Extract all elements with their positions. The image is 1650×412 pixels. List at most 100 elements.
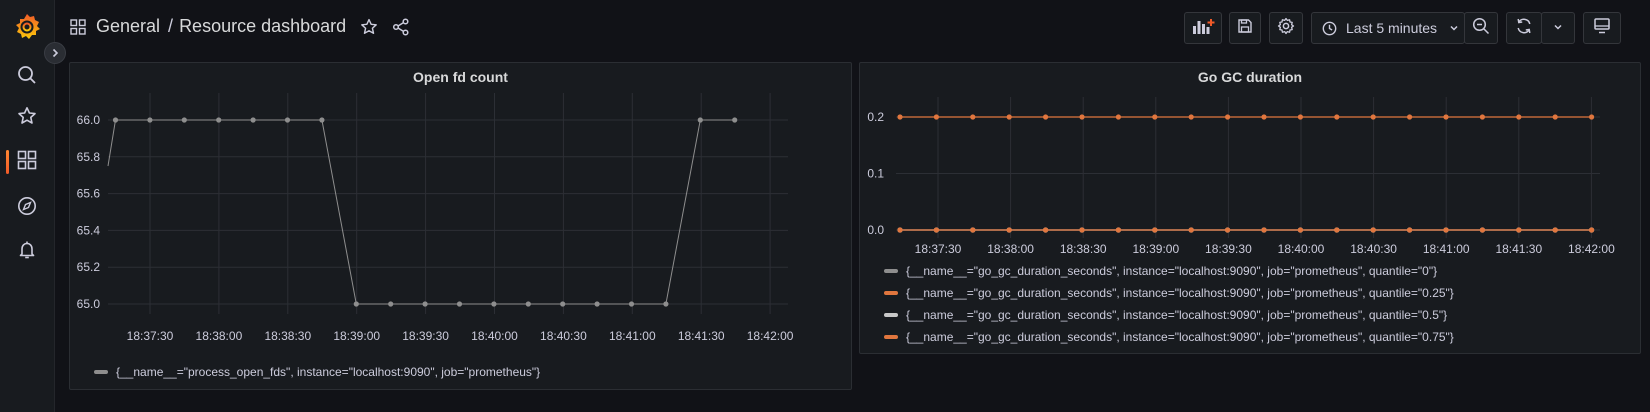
data-point — [147, 117, 153, 123]
legend-swatch — [884, 269, 898, 273]
data-point — [560, 301, 566, 307]
data-point — [1370, 114, 1376, 120]
data-point — [1006, 114, 1012, 120]
data-point — [250, 117, 256, 123]
page-title[interactable]: Resource dashboard — [179, 16, 346, 37]
monitor-icon — [1593, 17, 1611, 40]
data-point — [1516, 227, 1522, 233]
refresh-interval-dropdown[interactable] — [1541, 12, 1575, 44]
y-tick-label: 65.2 — [77, 260, 101, 274]
x-tick-label: 18:40:30 — [540, 329, 587, 343]
data-point — [1589, 114, 1595, 120]
add-panel-button[interactable] — [1184, 12, 1222, 44]
chevron-down-icon — [1449, 23, 1459, 33]
sidebar-item-explore[interactable] — [0, 188, 54, 228]
data-point — [1479, 114, 1485, 120]
zoom-out-icon — [1472, 17, 1490, 40]
chevron-down-icon — [1553, 19, 1563, 37]
data-point — [319, 117, 325, 123]
x-tick-label: 18:38:00 — [196, 329, 243, 343]
sidebar — [0, 0, 66, 412]
data-point — [112, 117, 119, 123]
data-point — [697, 117, 703, 123]
data-point — [1297, 114, 1303, 120]
data-point — [1261, 227, 1267, 233]
share-icon[interactable] — [392, 17, 410, 36]
refresh-button[interactable] — [1506, 12, 1542, 44]
legend-item[interactable]: {__name__="go_gc_duration_seconds", inst… — [884, 264, 1437, 278]
breadcrumb-folder[interactable]: General — [96, 16, 160, 37]
data-point — [1006, 227, 1012, 233]
sidebar-item-dashboards[interactable] — [0, 142, 54, 182]
legend-label: {__name__="go_gc_duration_seconds", inst… — [906, 330, 1454, 344]
sidebar-item-starred[interactable] — [0, 98, 54, 138]
data-point — [1188, 114, 1194, 120]
y-tick-label: 65.4 — [77, 223, 101, 237]
x-tick-label: 18:38:30 — [1060, 242, 1107, 256]
data-point — [1370, 227, 1376, 233]
star-icon — [17, 106, 37, 131]
open-fd-chart: 66.0 65.8 65.6 65.4 65.2 65.0 18:37:30 18:38:00… — [77, 93, 794, 343]
expand-sidebar-button[interactable] — [44, 42, 66, 64]
data-point — [181, 117, 187, 123]
data-point — [1297, 227, 1303, 233]
y-tick-label: 0.1 — [867, 167, 884, 181]
x-tick-label: 18:39:30 — [1205, 242, 1252, 256]
explore-compass-icon — [17, 196, 37, 221]
save-icon — [1237, 18, 1253, 39]
legend-item[interactable]: {__name__="go_gc_duration_seconds", inst… — [884, 286, 1454, 300]
star-dashboard-icon[interactable] — [360, 18, 378, 36]
view-mode-button[interactable] — [1583, 12, 1621, 44]
legend-item[interactable]: {__name__="go_gc_duration_seconds", inst… — [884, 308, 1447, 322]
legend-item[interactable]: {__name__="go_gc_duration_seconds", inst… — [884, 330, 1454, 344]
legend-swatch — [94, 370, 108, 374]
data-point — [388, 301, 394, 307]
save-dashboard-button[interactable] — [1229, 12, 1261, 44]
data-point — [1334, 227, 1340, 233]
go-gc-chart: 0.2 0.1 0.0 18:37:30 18:38:00 18:38:30 18:39:0… — [867, 97, 1615, 256]
legend-item[interactable]: {__name__="process_open_fds", instance="… — [94, 365, 540, 379]
data-point — [1115, 114, 1121, 120]
x-tick-label: 18:42:00 — [747, 329, 794, 343]
time-range-picker[interactable]: Last 5 minutes — [1311, 12, 1465, 44]
data-point — [933, 227, 939, 233]
legend-label: {__name__="go_gc_duration_seconds", inst… — [906, 308, 1448, 322]
x-tick-label: 18:40:30 — [1350, 242, 1397, 256]
y-tick-label: 65.6 — [77, 187, 101, 201]
x-tick-label: 18:39:00 — [1132, 242, 1179, 256]
clock-icon — [1322, 21, 1337, 36]
data-point — [1115, 227, 1121, 233]
data-point — [456, 301, 463, 307]
x-tick-label: 18:41:30 — [1495, 242, 1542, 256]
search-icon — [17, 65, 37, 90]
y-tick-label: 65.0 — [77, 297, 101, 311]
dashboard-navbar: General / Resource dashboard Last 5 minu… — [54, 0, 1650, 58]
gear-icon — [1277, 17, 1295, 40]
data-point — [1225, 114, 1231, 120]
sidebar-item-search[interactable] — [0, 57, 54, 97]
data-point — [1188, 227, 1194, 233]
data-point — [1152, 227, 1158, 233]
data-point — [1407, 114, 1413, 120]
x-tick-label: 18:41:00 — [1423, 242, 1470, 256]
legend-swatch — [884, 291, 898, 295]
data-point — [1407, 227, 1413, 233]
data-point — [1225, 227, 1231, 233]
refresh-icon — [1515, 17, 1533, 40]
data-point — [897, 227, 903, 233]
zoom-out-button[interactable] — [1464, 12, 1498, 44]
data-point — [628, 301, 635, 307]
data-point — [1589, 227, 1595, 233]
sidebar-item-alerting[interactable] — [0, 232, 54, 272]
grafana-logo[interactable] — [6, 6, 48, 48]
dashboard-grid-icon — [70, 18, 86, 35]
data-point — [933, 114, 939, 120]
dashboard-settings-button[interactable] — [1269, 12, 1303, 44]
legend-swatch — [884, 335, 898, 339]
panel-open-fd-count[interactable]: Open fd count 66.0 65.8 65.6 65.4 65.2 65.0 18… — [69, 62, 852, 390]
breadcrumb: General / Resource dashboard — [70, 16, 410, 37]
panel-go-gc-duration[interactable]: Go GC duration 0.2 0.1 0.0 18:37:30 18:38:00… — [859, 62, 1641, 354]
x-tick-label: 18:37:30 — [915, 242, 962, 256]
legend-label: {__name__="go_gc_duration_seconds", inst… — [906, 264, 1438, 278]
data-point — [1043, 227, 1049, 233]
